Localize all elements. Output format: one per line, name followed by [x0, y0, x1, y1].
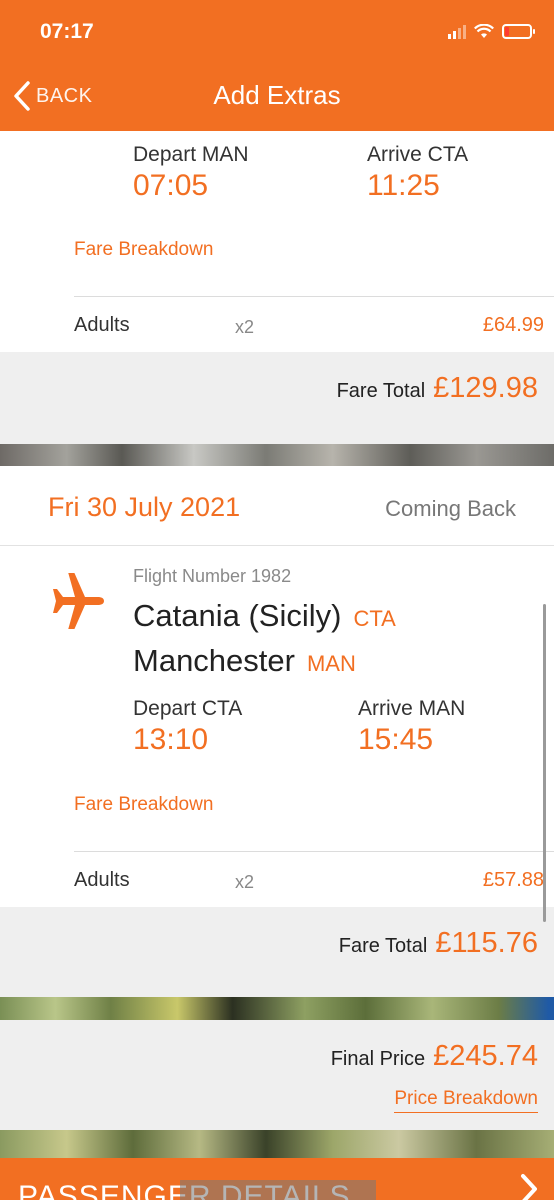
return-arrive: Arrive MAN 15:45	[358, 697, 465, 757]
depart-label: Depart CTA	[133, 697, 243, 720]
fare-total-value: £115.76	[435, 927, 538, 959]
depart-label: Depart MAN	[133, 143, 249, 166]
background-image-strip	[0, 444, 554, 466]
overlay	[180, 1180, 376, 1200]
fare-total-line: Fare Total £115.76	[339, 927, 538, 960]
status-icons	[448, 24, 535, 39]
depart-time: 07:05	[133, 169, 209, 202]
arrive-label: Arrive CTA	[367, 143, 469, 166]
app-header: 07:17 BACK Add Extras	[0, 0, 554, 131]
from-city-line: Catania (Sicily) CTA	[133, 598, 396, 634]
final-price-label: Final Price	[330, 1048, 426, 1070]
fare-total-value: £129.98	[433, 372, 538, 404]
background-image-strip	[0, 1130, 554, 1158]
wifi-icon	[474, 24, 494, 38]
flight-number: Flight Number 1982	[133, 566, 292, 586]
arrive-label: Arrive MAN	[358, 697, 466, 720]
status-time: 07:17	[40, 20, 94, 43]
price-breakdown-link[interactable]: Price Breakdown	[394, 1088, 538, 1113]
outbound-depart: Depart MAN 07:05	[133, 143, 249, 203]
final-price-value: £245.74	[433, 1040, 538, 1072]
outbound-fare-total: Fare Total £129.98	[0, 352, 554, 444]
outbound-arrive: Arrive CTA 11:25	[367, 143, 468, 203]
fare-price: £64.99	[482, 314, 544, 336]
fare-price: £57.88	[482, 869, 544, 891]
to-city-line: Manchester MAN	[133, 643, 356, 679]
from-code: CTA	[353, 606, 396, 631]
fare-qty: x2	[235, 317, 255, 337]
battery-icon	[502, 24, 535, 39]
fare-total-label: Fare Total	[336, 380, 426, 402]
page-title: Add Extras	[213, 80, 341, 110]
fare-total-line: Fare Total £129.98	[337, 372, 538, 405]
depart-time: 13:10	[133, 723, 209, 756]
final-price-line: Final Price £245.74	[331, 1040, 538, 1073]
return-times: Depart CTA 13:10 Arrive MAN 15:45	[133, 697, 533, 757]
fare-qty: x2	[235, 872, 255, 892]
flight-direction: Coming Back	[385, 496, 516, 521]
to-code: MAN	[306, 651, 356, 676]
final-price-box: Final Price £245.74 Price Breakdown	[0, 1020, 554, 1130]
background-image-strip	[0, 997, 554, 1020]
return-fare-total: Fare Total £115.76	[0, 907, 554, 997]
return-fare-row: Adults x2 £57.88	[74, 869, 544, 899]
divider	[74, 851, 554, 852]
chevron-right-icon	[521, 1174, 537, 1200]
fare-label: Adults	[74, 869, 130, 891]
return-date-header: Fri 30 July 2021 Coming Back	[0, 466, 554, 546]
flight-date: Fri 30 July 2021	[48, 492, 241, 522]
return-fare-breakdown-link[interactable]: Fare Breakdown	[74, 794, 213, 816]
outbound-fare-row: Adults x2 £64.99	[74, 314, 544, 344]
fare-total-label: Fare Total	[338, 935, 428, 957]
outbound-fare-breakdown-link[interactable]: Fare Breakdown	[74, 239, 213, 261]
airplane-icon	[53, 573, 104, 629]
scrollbar[interactable]	[543, 604, 546, 922]
fare-label: Adults	[74, 314, 130, 336]
arrive-time: 15:45	[358, 723, 434, 756]
passenger-details-button[interactable]: PASSENGER DETAILS	[0, 1158, 554, 1200]
divider	[74, 296, 554, 297]
return-depart: Depart CTA 13:10	[133, 697, 242, 757]
outbound-times: Depart MAN 07:05 Arrive CTA 11:25	[133, 143, 533, 203]
from-city: Catania (Sicily)	[133, 598, 342, 633]
signal-icon	[448, 24, 466, 39]
to-city: Manchester	[133, 643, 295, 678]
arrive-time: 11:25	[367, 169, 440, 202]
